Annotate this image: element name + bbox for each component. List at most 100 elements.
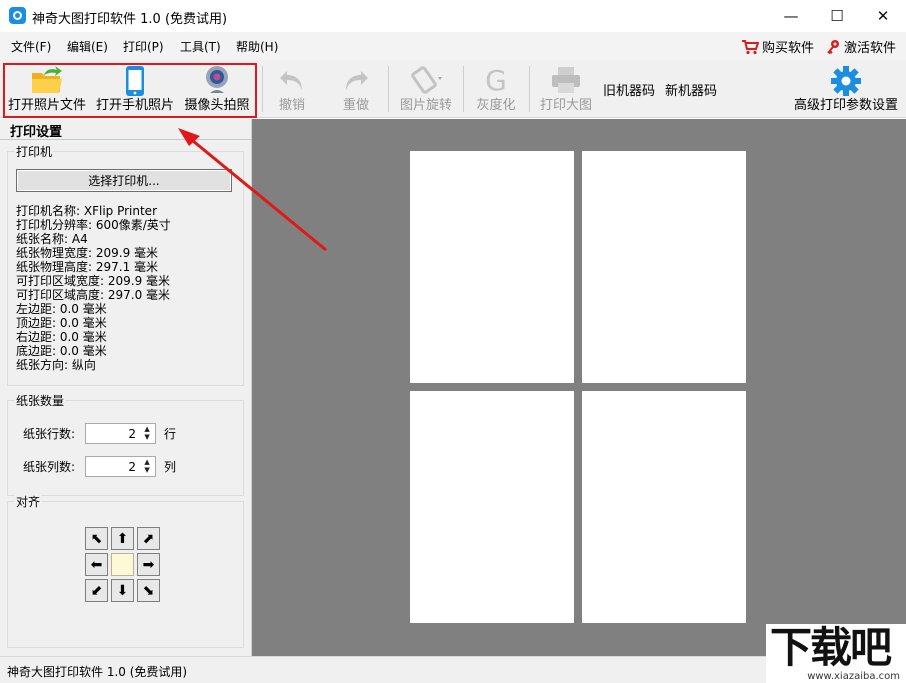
paper-sheet: [410, 391, 574, 623]
printer-icon: [552, 67, 580, 93]
panel-title: 打印设置: [10, 125, 63, 140]
align-bottom-right-button[interactable]: ⬊: [137, 579, 160, 602]
window-title: 神奇大图打印软件 1.0 (免费试用): [32, 12, 228, 27]
cols-spin-arrows[interactable]: ▲ ▼: [141, 458, 153, 475]
rows-spin-arrows[interactable]: ▲ ▼: [141, 425, 153, 442]
divider: [0, 139, 252, 140]
status-text: 神奇大图打印软件 1.0 (免费试用): [7, 665, 188, 679]
align-right-button[interactable]: ➡: [137, 553, 160, 576]
rotate-image-label: 图片旋转: [399, 98, 452, 113]
align-top-button[interactable]: ⬆: [111, 527, 134, 550]
undo-label: 撤销: [278, 98, 305, 113]
align-top-right-button[interactable]: ⬈: [137, 527, 160, 550]
paper-sheet: [582, 151, 746, 383]
paper-sheet: [410, 151, 574, 383]
cols-value: 2: [128, 460, 137, 474]
watermark-text: 下载吧: [770, 623, 892, 672]
toolbar-separator: [529, 66, 530, 112]
paper-count-group: 纸张数量 纸张行数: 2 ▲ ▼ 行 纸张列数: 2 ▲ ▼ 列: [7, 392, 244, 496]
printer-info-line: 纸张名称: A4: [16, 232, 88, 246]
maximize-button[interactable]: ☐: [814, 0, 860, 32]
cart-icon: [742, 39, 759, 54]
rows-row: 纸张行数: 2 ▲ ▼ 行: [23, 423, 176, 444]
paper-sheet: [582, 391, 746, 623]
buy-software-label: 购买软件: [762, 41, 815, 56]
watermark-logo: 下载吧 www.xiazaiba.com: [766, 624, 906, 683]
cols-unit: 列: [164, 460, 177, 474]
printer-info-line: 左边距: 0.0 毫米: [16, 302, 107, 316]
cols-row: 纸张列数: 2 ▲ ▼ 列: [23, 456, 176, 477]
rotate-icon: [411, 66, 442, 94]
menu-print[interactable]: 打印(P): [123, 38, 164, 55]
align-group: 对齐 ⬉ ⬆ ⬈ ⬅ ➡ ⬋ ⬇ ⬊: [7, 493, 244, 648]
new-machine-code-button[interactable]: 新机器码: [665, 80, 717, 99]
align-left-button[interactable]: ⬅: [85, 553, 108, 576]
preview-canvas[interactable]: [252, 119, 906, 656]
printer-info-line: 顶边距: 0.0 毫米: [16, 316, 107, 330]
phone-icon: [126, 66, 144, 96]
align-group-label: 对齐: [15, 493, 42, 510]
printer-group: 打印机 选择打印机... 打印机名称: XFlip Printer 打印机分辨率…: [7, 143, 244, 386]
open-photo-button[interactable]: 打开照片文件: [6, 60, 88, 118]
gear-icon: [831, 66, 861, 96]
open-phone-photo-label: 打开手机照片: [95, 98, 174, 113]
svg-text:G: G: [485, 65, 507, 95]
cols-spinner[interactable]: 2 ▲ ▼: [85, 456, 157, 477]
open-photo-label: 打开照片文件: [7, 98, 86, 113]
menu-bar: 文件(F) 编辑(E) 打印(P) 工具(T) 帮助(H) 购买软件 激活软件: [0, 32, 906, 60]
print-large-button[interactable]: 打印大图: [534, 60, 598, 118]
printer-info-line: 纸张物理高度: 297.1 毫米: [16, 260, 159, 274]
printer-info-line: 纸张物理宽度: 209.9 毫米: [16, 246, 159, 260]
printer-info-line: 打印机名称: XFlip Printer: [16, 204, 158, 218]
advanced-print-settings-label: 高级打印参数设置: [793, 98, 898, 113]
menu-tools[interactable]: 工具(T): [180, 38, 221, 55]
key-icon: [827, 39, 839, 54]
rows-unit: 行: [164, 427, 177, 441]
close-button[interactable]: ✕: [860, 0, 906, 32]
undo-button[interactable]: 撤销: [268, 60, 316, 118]
title-bar: 神奇大图打印软件 1.0 (免费试用) — ☐ ✕: [0, 0, 906, 32]
print-settings-panel: 打印设置 打印机 选择打印机... 打印机名称: XFlip Printer 打…: [0, 119, 252, 656]
buy-software-link[interactable]: 购买软件: [741, 37, 814, 56]
app-icon: [9, 7, 26, 24]
printer-info-line: 右边距: 0.0 毫米: [16, 330, 107, 344]
align-bottom-button[interactable]: ⬇: [111, 579, 134, 602]
printer-info-line: 打印机分辨率: 600像素/英寸: [16, 218, 171, 232]
toolbar-separator: [463, 66, 464, 112]
folder-icon: [32, 66, 62, 93]
grayscale-icon: G: [485, 65, 507, 95]
align-bottom-left-button[interactable]: ⬋: [85, 579, 108, 602]
menu-file[interactable]: 文件(F): [11, 38, 51, 55]
grayscale-button[interactable]: G 灰度化: [468, 60, 524, 118]
toolbar-separator: [388, 66, 389, 112]
select-printer-button[interactable]: 选择打印机...: [16, 169, 232, 192]
menu-help[interactable]: 帮助(H): [236, 38, 278, 55]
print-large-label: 打印大图: [539, 98, 592, 113]
minimize-button[interactable]: —: [768, 0, 814, 32]
align-center-button[interactable]: [111, 553, 134, 576]
menu-edit[interactable]: 编辑(E): [67, 38, 108, 55]
webcam-icon: [206, 66, 228, 93]
printer-info: 打印机名称: XFlip Printer 打印机分辨率: 600像素/英寸 纸张…: [16, 204, 171, 372]
redo-icon: [346, 71, 368, 90]
printer-info-line: 底边距: 0.0 毫米: [16, 344, 107, 358]
printer-group-label: 打印机: [15, 143, 54, 160]
rows-spinner[interactable]: 2 ▲ ▼: [85, 423, 157, 444]
advanced-print-settings-button[interactable]: 高级打印参数设置: [792, 60, 900, 118]
align-grid: ⬉ ⬆ ⬈ ⬅ ➡ ⬋ ⬇ ⬊: [85, 527, 163, 605]
camera-capture-button[interactable]: 摄像头拍照: [180, 60, 254, 118]
align-top-left-button[interactable]: ⬉: [85, 527, 108, 550]
paper-count-group-label: 纸张数量: [15, 392, 66, 409]
old-machine-code-button[interactable]: 旧机器码: [603, 80, 655, 99]
toolbar-separator: [262, 66, 263, 112]
open-phone-photo-button[interactable]: 打开手机照片: [94, 60, 176, 118]
camera-capture-label: 摄像头拍照: [184, 98, 250, 113]
rotate-image-button[interactable]: 图片旋转: [394, 60, 458, 118]
activate-software-link[interactable]: 激活软件: [826, 37, 896, 56]
printer-info-line: 纸张方向: 纵向: [16, 358, 96, 372]
grayscale-label: 灰度化: [476, 98, 516, 113]
watermark-url: www.xiazaiba.com: [807, 671, 900, 682]
redo-button[interactable]: 重做: [332, 60, 380, 118]
redo-label: 重做: [342, 98, 369, 113]
printer-info-line: 可打印区域宽度: 209.9 毫米: [16, 274, 171, 288]
